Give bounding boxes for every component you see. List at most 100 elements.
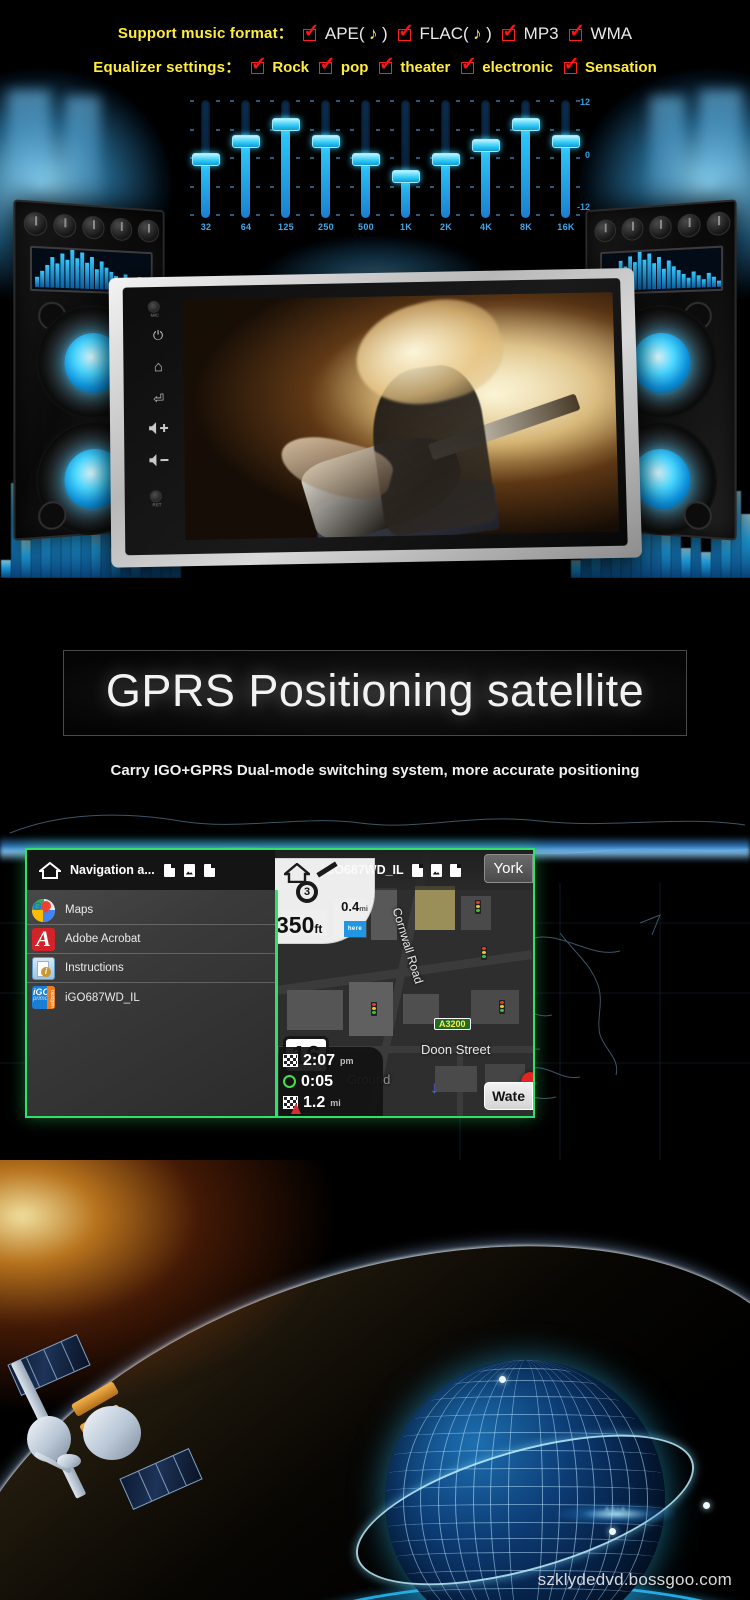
speaker-knob[interactable] <box>677 213 701 238</box>
reset-button[interactable] <box>149 490 162 503</box>
orbit-node <box>609 1528 616 1535</box>
eq-tick <box>310 214 314 216</box>
speaker-knob[interactable] <box>110 217 133 242</box>
eq-scale-label: 12 <box>579 97 590 107</box>
eq-fader-4k[interactable]: 4K <box>470 100 500 232</box>
page-subtitle: Carry IGO+GPRS Dual-mode switching syste… <box>110 762 640 779</box>
eq-fader-knob[interactable] <box>272 117 300 131</box>
eq-tick <box>216 214 220 216</box>
home-icon[interactable] <box>39 861 61 879</box>
eq-tick <box>390 129 394 131</box>
supported-formats-label: Support music format： <box>117 25 293 42</box>
speaker-knob[interactable] <box>82 215 105 240</box>
eq-fader-250[interactable]: 250 <box>310 100 340 232</box>
volume-up-button[interactable] <box>142 420 176 443</box>
supported-formats-line: Support music format： ✓ APE( ♪ ) ✓ FLAC(… <box>0 22 750 44</box>
format-item-wma: ✓ WMA <box>563 22 632 44</box>
stage-spectrum-bar <box>661 529 671 578</box>
speaker-knob[interactable] <box>649 215 672 240</box>
stage-spectrum-bar <box>681 548 691 578</box>
eq-fader-knob[interactable] <box>392 170 420 183</box>
list-item[interactable]: i Instructions <box>27 954 279 983</box>
eq-fader-knob[interactable] <box>312 135 340 148</box>
eq-fader-2k[interactable]: 2K <box>430 100 460 232</box>
format-item-flac: ✓ FLAC( ♪ ) <box>392 22 492 44</box>
eq-tick <box>390 157 394 159</box>
navigation-map-panel[interactable]: iGO687WD_IL York 3 0.4mi here <box>275 850 533 1116</box>
vu-bar <box>642 259 647 290</box>
eq-tick <box>350 214 354 216</box>
eq-fader-500[interactable]: 500 <box>350 100 380 232</box>
speaker-knob[interactable] <box>621 217 644 242</box>
turn-distance: 350ft <box>276 912 323 938</box>
checkbox-pop[interactable]: ✓ <box>319 55 335 75</box>
eq-fader-64[interactable]: 64 <box>230 100 260 232</box>
head-unit-screen[interactable] <box>182 292 620 541</box>
vu-bar <box>657 256 661 290</box>
checkbox-rock[interactable]: ✓ <box>250 55 267 75</box>
eq-fader-knob[interactable] <box>432 152 460 166</box>
eq-tick <box>270 186 274 188</box>
checkbox-theater[interactable]: ✓ <box>378 55 395 75</box>
checkbox-flac[interactable]: ✓ <box>398 22 414 42</box>
eq-tick <box>510 100 514 102</box>
eq-fader-8k[interactable]: 8K <box>510 100 540 232</box>
speaker-knob[interactable] <box>594 218 616 243</box>
eq-tick <box>310 157 314 159</box>
eq-fader-knob[interactable] <box>232 135 260 148</box>
destination-tab-york[interactable]: York <box>483 854 533 883</box>
format-tail-flac: ) <box>486 23 492 43</box>
checkbox-electronic[interactable]: ✓ <box>460 55 477 75</box>
speaker-knob[interactable] <box>53 213 77 239</box>
eq-fader-knob[interactable] <box>512 117 540 131</box>
app-drawer-panel: Navigation a... G Maps A Adobe Acrobat i… <box>27 850 279 1116</box>
checkbox-ape[interactable]: ✓ <box>303 22 319 42</box>
volume-down-icon <box>149 453 169 466</box>
vu-bar <box>652 263 657 290</box>
home-button[interactable]: ⌂ <box>141 356 175 379</box>
checkbox-wma[interactable]: ✓ <box>569 22 585 42</box>
eq-fader-knob[interactable] <box>192 152 220 166</box>
equalizer-settings-label: Equalizer settings： <box>93 59 241 76</box>
eq-tick <box>256 186 260 188</box>
map-scrollbar[interactable] <box>275 890 278 1116</box>
stage-spectrum-bar <box>701 551 711 578</box>
eq-fader-label: 64 <box>240 222 252 232</box>
vu-bar <box>45 264 50 288</box>
speaker-knob[interactable] <box>706 211 731 237</box>
eq-fader-1k[interactable]: 1K <box>390 100 420 232</box>
equalizer-panel[interactable]: 32 64 125 250 500 1K 2K 4K 8K 16K 12 0 -12 <box>190 97 590 240</box>
head-unit-button-column: MIC ⏻ ⌂ ⏎ RST <box>137 294 182 546</box>
eq-fader-125[interactable]: 125 <box>270 100 300 232</box>
eq-fader-label: 32 <box>200 222 212 232</box>
eq-fader-label: 4K <box>479 222 493 232</box>
list-item[interactable]: G Maps <box>27 896 279 925</box>
street-tab-waterloo[interactable]: Wate <box>484 1082 533 1110</box>
eq-fader-knob[interactable] <box>472 139 500 153</box>
power-button[interactable]: ⏻ <box>141 324 175 346</box>
eq-tick <box>390 214 394 216</box>
vu-bar <box>696 275 701 288</box>
list-item-label: iGO687WD_IL <box>65 991 140 1004</box>
checkbox-sensation[interactable]: ✓ <box>563 55 580 75</box>
vu-bar <box>666 260 671 289</box>
list-item[interactable]: A Adobe Acrobat <box>27 925 279 954</box>
eq-tick <box>576 129 580 131</box>
eq-fader-16k[interactable]: 16K <box>550 100 580 232</box>
eq-tick <box>216 129 220 131</box>
speaker-knob[interactable] <box>137 219 160 243</box>
traffic-light-icon <box>481 946 487 960</box>
speaker-knob[interactable] <box>23 211 48 237</box>
volume-down-button[interactable] <box>142 452 176 475</box>
eq-fader-label: 250 <box>318 222 334 232</box>
back-button[interactable]: ⏎ <box>142 388 176 411</box>
vu-bar <box>60 253 65 289</box>
list-item[interactable]: iGO primo nextgen iGO687WD_IL <box>27 983 279 1012</box>
eq-fader-32[interactable]: 32 <box>190 100 220 232</box>
eq-fader-knob[interactable] <box>352 152 380 166</box>
sim-icon <box>203 863 215 877</box>
eq-fader-knob[interactable] <box>552 135 580 148</box>
format-label-mp3: MP3 <box>523 23 559 43</box>
road-label-doon: Doon Street <box>421 1042 491 1057</box>
checkbox-mp3[interactable]: ✓ <box>502 22 518 42</box>
